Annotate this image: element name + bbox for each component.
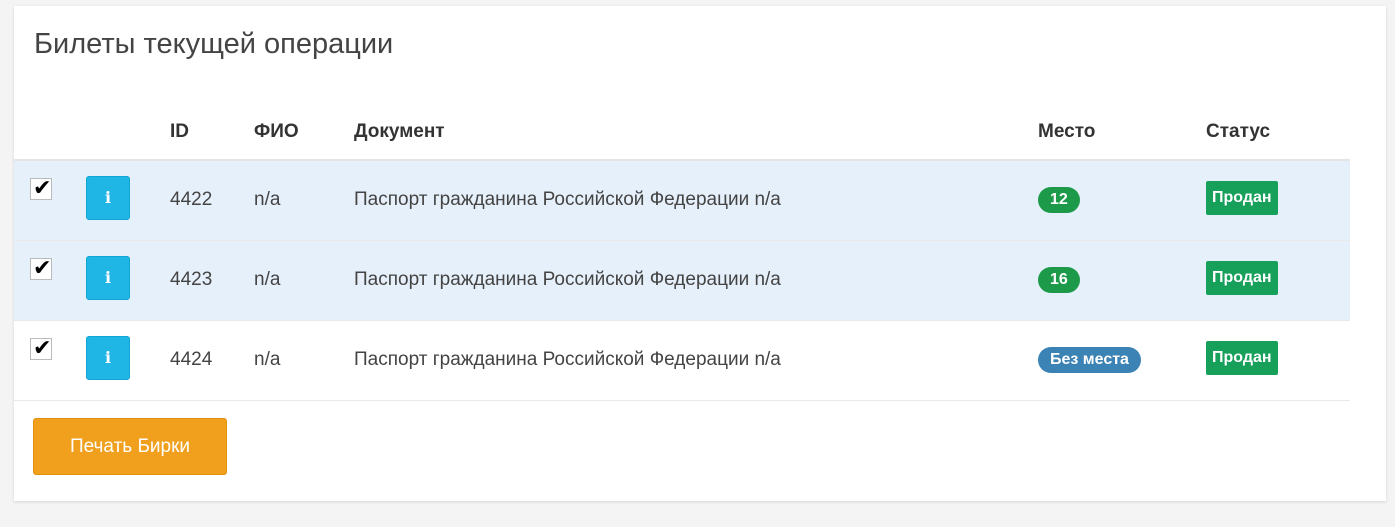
ticket-id: 4424 <box>170 349 213 370</box>
print-tags-button[interactable]: Печать Бирки <box>33 418 227 475</box>
row-checkbox[interactable]: ✔ <box>30 175 52 201</box>
ticket-fio: n/a <box>254 349 281 370</box>
info-icon[interactable]: i <box>86 336 130 380</box>
ticket-id: 4423 <box>170 269 213 290</box>
ticket-fio: n/a <box>254 269 281 290</box>
ticket-document: Паспорт гражданина Российской Федерации … <box>354 269 781 290</box>
header-info <box>86 104 170 161</box>
ticket-fio: n/a <box>254 189 281 211</box>
header-id: ID <box>170 104 254 161</box>
table-row[interactable]: ✔ i 4424 n/a Паспорт гражданина Российск… <box>14 320 1350 401</box>
status-badge: Продан <box>1206 260 1278 295</box>
table-header-row: ID ФИО Документ Место Статус <box>14 104 1350 161</box>
row-checkbox[interactable]: ✔ <box>30 334 52 360</box>
table-row[interactable]: ✔ i 4423 n/a Паспорт гражданина Российск… <box>14 240 1350 321</box>
table-row[interactable]: ✔ i 4422 n/a Паспорт гражданина Российск… <box>14 160 1350 241</box>
check-icon: ✔ <box>33 175 52 201</box>
seat-badge: Без места <box>1038 346 1141 373</box>
info-icon[interactable]: i <box>86 256 130 300</box>
status-badge: Продан <box>1206 180 1278 215</box>
header-place: Место <box>1038 104 1206 161</box>
seat-badge: 12 <box>1038 186 1080 213</box>
seat-badge: 16 <box>1038 266 1080 293</box>
check-icon: ✔ <box>33 254 52 280</box>
panel-title: Билеты текущей операции <box>34 28 394 60</box>
check-icon: ✔ <box>33 334 52 360</box>
tickets-table: ID ФИО Документ Место Статус ✔ i 4422 n/… <box>14 104 1350 401</box>
header-status: Статус <box>1206 104 1350 161</box>
header-check <box>14 104 86 161</box>
row-checkbox[interactable]: ✔ <box>30 254 52 280</box>
header-fio: ФИО <box>254 104 354 161</box>
ticket-document: Паспорт гражданина Российской Федерации … <box>354 349 781 370</box>
status-badge: Продан <box>1206 340 1278 375</box>
ticket-document: Паспорт гражданина Российской Федерации … <box>354 189 781 211</box>
header-document: Документ <box>354 104 1038 161</box>
info-icon[interactable]: i <box>86 176 130 221</box>
ticket-id: 4422 <box>170 189 213 211</box>
tickets-panel: Билеты текущей операции ID ФИО Документ … <box>14 6 1386 501</box>
